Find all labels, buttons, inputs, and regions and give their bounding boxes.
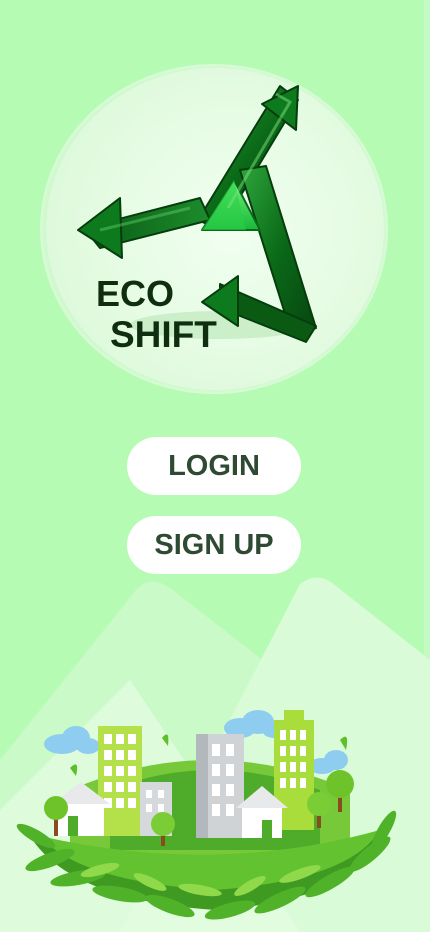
brand-line-1: ECO [96,273,175,314]
building-grey-middle [196,734,244,838]
brand-line-2: SHIFT [110,314,217,355]
login-button[interactable]: LOGIN [127,437,301,495]
building-tall-left [98,726,142,836]
green-city-nest-illustration [0,577,430,932]
welcome-screen: ECO SHIFT LOGIN SIGN UP [0,0,430,932]
